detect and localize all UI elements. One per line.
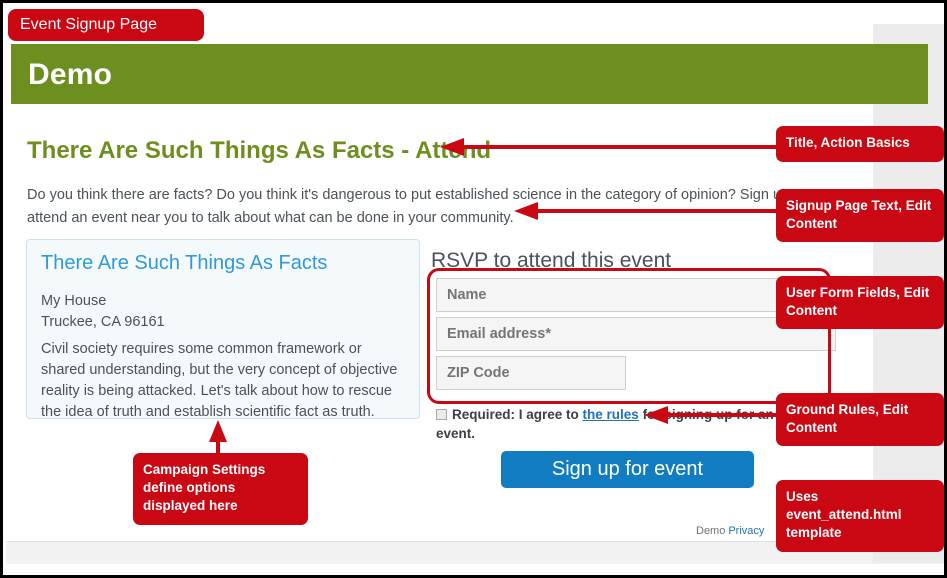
event-card-title: There Are Such Things As Facts bbox=[41, 252, 328, 274]
intro-paragraph: Do you think there are facts? Do you thi… bbox=[27, 187, 806, 226]
event-card-description: Civil society requires some common frame… bbox=[41, 341, 398, 420]
annotation-ground-rules: Ground Rules, Edit Content bbox=[776, 393, 944, 446]
event-city-state-zip: Truckee, CA 96161 bbox=[41, 314, 165, 330]
sign-up-for-event-button[interactable]: Sign up for event bbox=[501, 451, 754, 488]
arrow-to-campaign-settings bbox=[209, 420, 227, 456]
site-banner bbox=[11, 44, 928, 104]
event-details-card: There Are Such Things As Facts My House … bbox=[26, 239, 420, 420]
form-fields-highlight-box bbox=[427, 268, 831, 404]
annotation-signup-page-text: Signup Page Text, Edit Content bbox=[776, 189, 944, 242]
annotation-event-signup-page: Event Signup Page bbox=[8, 9, 204, 41]
page-title: There Are Such Things As Facts - Attend bbox=[27, 137, 492, 164]
page-footer-links: Demo Privacy bbox=[696, 525, 764, 537]
privacy-link[interactable]: Privacy bbox=[728, 525, 764, 537]
rules-prefix-text: Required: I agree to bbox=[452, 407, 583, 422]
annotation-title-action-basics: Title, Action Basics bbox=[776, 126, 944, 162]
event-venue-name: My House bbox=[41, 293, 107, 309]
site-banner-title: Demo bbox=[28, 58, 113, 91]
ground-rules-row: Required: I agree to the rules for signi… bbox=[436, 405, 796, 443]
screenshot-frame: Demo There Are Such Things As Facts - At… bbox=[0, 0, 947, 578]
annotation-template: Uses event_attend.html template bbox=[776, 480, 944, 552]
event-card-address: My House Truckee, CA 96161 bbox=[41, 291, 165, 333]
annotation-campaign-settings: Campaign Settings define options display… bbox=[133, 453, 308, 525]
annotation-user-form-fields: User Form Fields, Edit Content bbox=[776, 276, 944, 329]
footer-site-name: Demo bbox=[696, 525, 726, 537]
the-rules-link[interactable]: the rules bbox=[583, 407, 639, 422]
agree-rules-checkbox[interactable] bbox=[436, 409, 447, 420]
